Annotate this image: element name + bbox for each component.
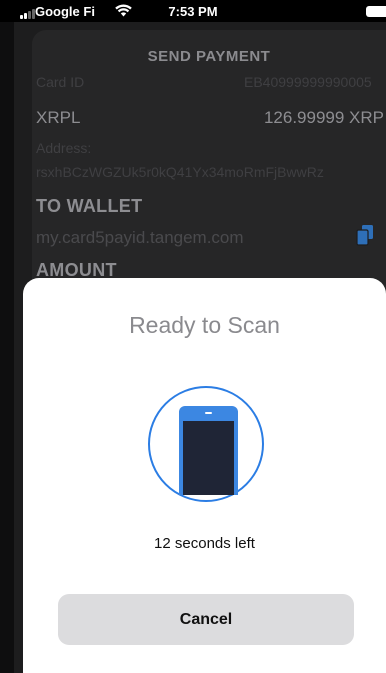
status-bar: Google Fi 7:53 PM xyxy=(0,0,386,22)
address-value: rsxhBCzWGZUk5r0kQ41Yx34moRmFjBwwRz xyxy=(36,164,324,180)
card-id-value: EB40999999990005 xyxy=(244,74,372,90)
card-id-label: Card ID xyxy=(36,74,85,90)
phone-icon xyxy=(148,386,264,502)
cancel-button[interactable]: Cancel xyxy=(58,594,354,645)
phone-body xyxy=(179,406,238,495)
wallet-input[interactable]: my.card5payid.tangem.com xyxy=(36,228,244,248)
scan-title: Ready to Scan xyxy=(129,312,280,338)
status-time: 7:53 PM xyxy=(168,4,218,19)
countdown-text: 12 seconds left xyxy=(154,535,255,552)
phone-screen xyxy=(183,421,234,495)
phone-speaker xyxy=(205,412,212,414)
balance-value: 126.99999 XRP xyxy=(263,108,384,127)
paste-icon[interactable] xyxy=(356,224,374,246)
to-wallet-label: TO WALLET xyxy=(36,196,143,216)
page-title: SEND PAYMENT xyxy=(147,48,271,65)
currency-label: XRPL xyxy=(36,108,81,127)
battery-icon xyxy=(366,6,386,17)
scan-sheet: Ready to Scan 12 seconds left Cancel xyxy=(23,278,386,673)
address-label: Address: xyxy=(36,140,92,156)
